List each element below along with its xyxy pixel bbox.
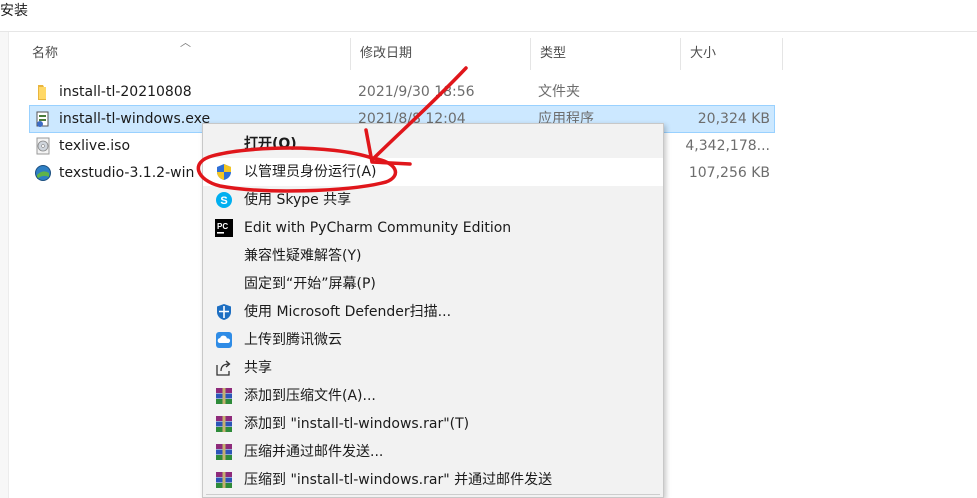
menu-item-add-to-rar[interactable]: 添加到 "install-tl-windows.rar"(T) bbox=[203, 410, 663, 438]
navigation-pane-edge[interactable] bbox=[0, 32, 9, 498]
menu-item-compress-and-email[interactable]: 压缩并通过邮件发送... bbox=[203, 438, 663, 466]
menu-item-add-to-archive[interactable]: 添加到压缩文件(A)... bbox=[203, 382, 663, 410]
menu-item-label: 上传到腾讯微云 bbox=[244, 332, 342, 348]
menu-item-label: 以管理员身份运行(A) bbox=[244, 164, 377, 180]
menu-item-label: 压缩到 "install-tl-windows.rar" 并通过邮件发送 bbox=[244, 472, 553, 488]
folder-icon bbox=[38, 85, 46, 100]
column-header-name[interactable]: 名称 bbox=[22, 38, 350, 70]
menu-item-label: 固定到“开始”屏幕(P) bbox=[244, 276, 376, 292]
file-size: 4,342,178... bbox=[685, 138, 770, 154]
weiyun-cloud-icon bbox=[216, 332, 232, 348]
file-date: 2021/9/30 18:56 bbox=[358, 84, 475, 100]
column-header-row: ︿ 名称 修改日期 类型 大小 bbox=[22, 36, 783, 70]
column-header-size[interactable]: 大小 bbox=[680, 38, 782, 70]
window-title: 安装 bbox=[0, 3, 28, 19]
pycharm-icon: PC bbox=[215, 219, 233, 237]
file-size: 20,324 KB bbox=[697, 111, 770, 127]
menu-item-compatibility[interactable]: 兼容性疑难解答(Y) bbox=[203, 242, 663, 270]
file-size: 107,256 KB bbox=[688, 165, 770, 181]
menu-item-pycharm[interactable]: PC Edit with PyCharm Community Edition bbox=[203, 214, 663, 242]
column-header-date[interactable]: 修改日期 bbox=[350, 38, 530, 70]
disc-image-icon bbox=[36, 137, 50, 155]
file-type: 文件夹 bbox=[538, 84, 580, 100]
menu-item-defender-scan[interactable]: 使用 Microsoft Defender扫描... bbox=[203, 298, 663, 326]
menu-item-label: 添加到 "install-tl-windows.rar"(T) bbox=[244, 416, 470, 432]
menu-item-share[interactable]: 共享 bbox=[203, 354, 663, 382]
menu-item-label: 兼容性疑难解答(Y) bbox=[244, 248, 362, 264]
menu-item-label: 压缩并通过邮件发送... bbox=[244, 444, 384, 460]
file-row-folder[interactable]: install-tl-20210808 2021/9/30 18:56 文件夹 bbox=[30, 79, 774, 105]
menu-item-label: 添加到压缩文件(A)... bbox=[244, 388, 376, 404]
menu-separator bbox=[206, 494, 660, 495]
title-divider bbox=[0, 31, 977, 32]
menu-item-label: 使用 Skype 共享 bbox=[244, 192, 352, 208]
winrar-icon bbox=[216, 416, 232, 432]
installer-exe-icon bbox=[36, 111, 49, 127]
menu-item-open[interactable]: 打开(O) bbox=[203, 130, 663, 158]
uac-shield-icon bbox=[217, 164, 231, 180]
share-icon bbox=[216, 360, 231, 376]
winrar-icon bbox=[216, 472, 232, 488]
column-header-type[interactable]: 类型 bbox=[530, 38, 680, 70]
winrar-icon bbox=[216, 444, 232, 460]
menu-item-compress-to-rar-and-email[interactable]: 压缩到 "install-tl-windows.rar" 并通过邮件发送 bbox=[203, 466, 663, 494]
svg-text:PC: PC bbox=[217, 222, 228, 231]
menu-item-label: Edit with PyCharm Community Edition bbox=[244, 220, 512, 236]
context-menu: 打开(O) 以管理员身份运行(A) S 使用 Skype 共享 PC Edit … bbox=[202, 123, 664, 498]
defender-shield-icon bbox=[217, 304, 231, 320]
menu-item-label: 使用 Microsoft Defender扫描... bbox=[244, 304, 452, 320]
file-name: install-tl-windows.exe bbox=[59, 111, 211, 127]
menu-item-skype-share[interactable]: S 使用 Skype 共享 bbox=[203, 186, 663, 214]
menu-item-weiyun-upload[interactable]: 上传到腾讯微云 bbox=[203, 326, 663, 354]
menu-item-label: 打开(O) bbox=[244, 136, 297, 152]
skype-icon: S bbox=[216, 192, 232, 208]
column-divider[interactable] bbox=[782, 38, 783, 70]
menu-item-run-as-admin[interactable]: 以管理员身份运行(A) bbox=[203, 158, 663, 186]
svg-text:S: S bbox=[220, 195, 227, 207]
texstudio-icon bbox=[35, 165, 51, 181]
menu-item-label: 共享 bbox=[244, 360, 272, 376]
file-name: texlive.iso bbox=[59, 138, 131, 154]
file-name: texstudio-3.1.2-win bbox=[59, 165, 195, 181]
file-name: install-tl-20210808 bbox=[59, 84, 192, 100]
menu-item-pin-to-start[interactable]: 固定到“开始”屏幕(P) bbox=[203, 270, 663, 298]
winrar-icon bbox=[216, 388, 232, 404]
